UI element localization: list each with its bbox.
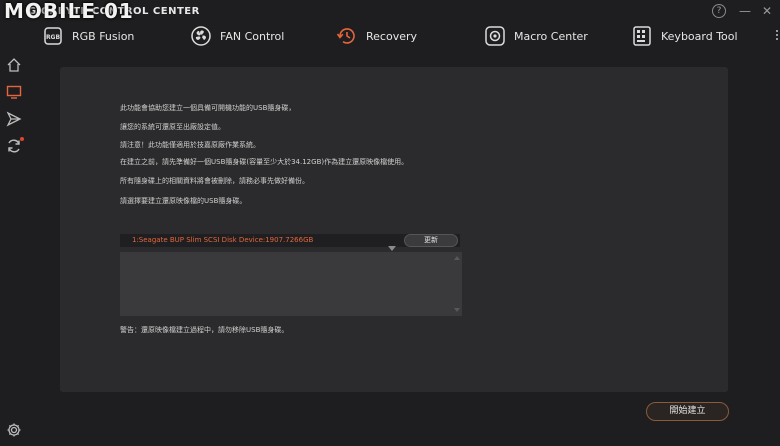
send-icon[interactable]	[4, 109, 24, 129]
settings-icon[interactable]	[4, 420, 24, 440]
sidebar	[0, 50, 28, 446]
tab-macro-center[interactable]: Macro Center	[484, 22, 588, 50]
selected-device: 1:Seagate BUP Slim SCSI Disk Device:1907…	[132, 236, 314, 244]
tab-label: Recovery	[366, 29, 418, 43]
monitor-icon[interactable]	[4, 82, 24, 102]
device-list[interactable]	[120, 252, 462, 316]
tab-keyboard-tool[interactable]: Keyboard Tool	[631, 22, 738, 50]
tab-label: Macro Center	[514, 29, 588, 43]
info-line: 請選擇要建立還原映像檔的USB隨身碟。	[120, 197, 247, 205]
info-line: 請注意！此功能僅適用於技嘉原廠作業系統。	[120, 141, 260, 149]
home-icon[interactable]	[4, 55, 24, 75]
info-line: 此功能會協助您建立一個具備可開機功能的USB隨身碟，	[120, 104, 296, 112]
tab-label: RGB Fusion	[72, 29, 135, 43]
refresh-button[interactable]: 更新	[404, 234, 458, 247]
tab-recovery[interactable]: Recovery	[336, 22, 417, 50]
scrollbar[interactable]	[453, 254, 460, 314]
rgb-icon: RGB	[42, 25, 64, 47]
close-button[interactable]: ✕	[760, 4, 774, 18]
minimize-button[interactable]: —	[738, 4, 752, 18]
tab-label: FAN Control	[220, 29, 285, 43]
info-line: 讓您的系統可還原至出廠設定值。	[120, 123, 225, 131]
start-create-button[interactable]: 開始建立	[646, 402, 729, 421]
more-icon[interactable]	[774, 28, 780, 44]
app-window: GIGABYTE CONTROL CENTER MOBILE 01 ? — ✕ …	[0, 0, 780, 446]
top-nav: RGB RGB Fusion FAN Control Recovery Macr…	[28, 22, 780, 50]
watermark: MOBILE 01	[4, 0, 134, 23]
title-bar: GIGABYTE CONTROL CENTER MOBILE 01 ? — ✕	[0, 0, 780, 23]
scroll-down-icon[interactable]	[454, 308, 460, 312]
info-line: 在建立之前，請先準備好一個USB隨身碟(容量至少大於34.12GB)作為建立還原…	[120, 158, 409, 166]
recovery-icon	[336, 25, 358, 47]
notification-dot	[20, 137, 24, 141]
fan-icon	[190, 25, 212, 47]
macro-icon	[484, 25, 506, 47]
keyboard-icon	[631, 25, 653, 47]
tab-label: Keyboard Tool	[661, 29, 738, 43]
scroll-up-icon[interactable]	[454, 256, 460, 260]
info-line: 所有隨身碟上的相關資料將會被刪除，請務必事先做好備份。	[120, 177, 309, 185]
help-button[interactable]: ?	[712, 4, 726, 18]
svg-text:RGB: RGB	[46, 34, 61, 41]
warning-text: 警告：還原映像檔建立過程中，請勿移除USB隨身碟。	[120, 326, 289, 334]
recovery-panel: 此功能會協助您建立一個具備可開機功能的USB隨身碟， 讓您的系統可還原至出廠設定…	[60, 67, 728, 392]
tab-rgb-fusion[interactable]: RGB RGB Fusion	[42, 22, 134, 50]
tab-fan-control[interactable]: FAN Control	[190, 22, 284, 50]
